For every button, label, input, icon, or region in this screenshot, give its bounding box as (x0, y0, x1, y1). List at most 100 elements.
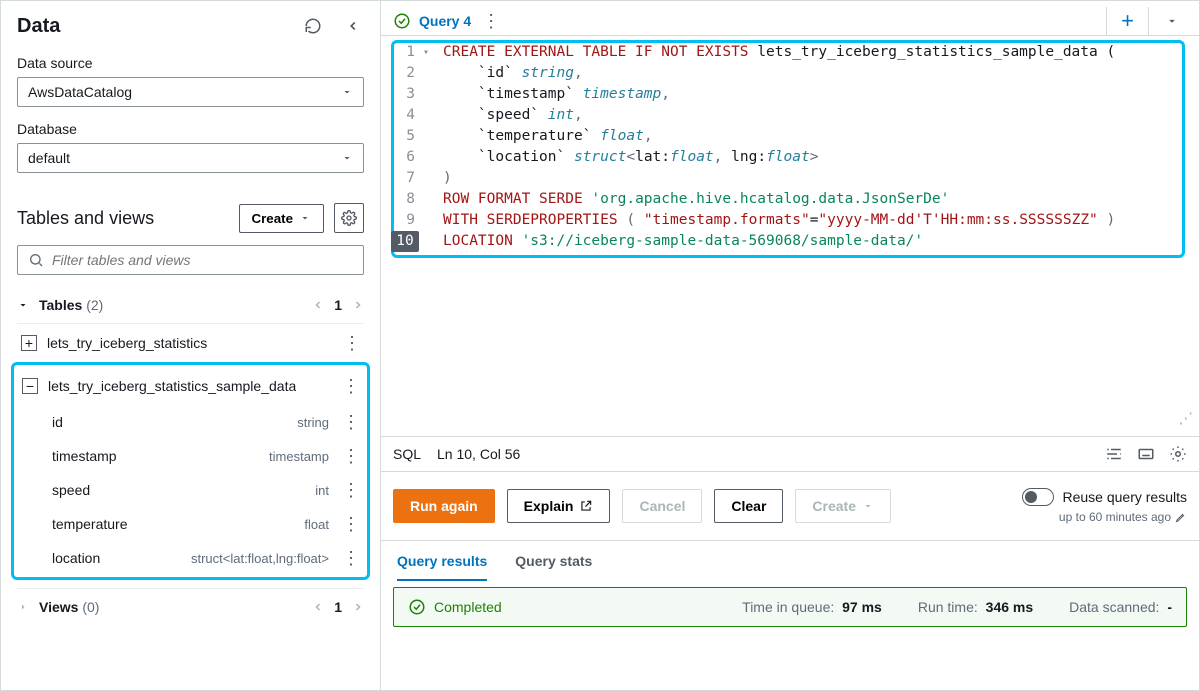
completed-label: Completed (434, 599, 502, 615)
divider (1148, 7, 1149, 35)
pager-page: 1 (334, 297, 342, 313)
tab-query-stats[interactable]: Query stats (515, 553, 592, 581)
external-link-icon (579, 499, 593, 513)
expand-icon[interactable]: + (21, 335, 37, 351)
data-source-select[interactable]: AwsDataCatalog (17, 77, 364, 107)
tables-group-header[interactable]: Tables (2) 1 (17, 287, 364, 323)
explain-button[interactable]: Explain (507, 489, 611, 523)
format-icon[interactable] (1105, 445, 1123, 463)
resize-handle-icon[interactable]: ⋰ (1179, 409, 1194, 430)
pager-prev-icon[interactable] (312, 299, 324, 311)
gear-icon (341, 210, 357, 226)
tab-label: Query 4 (419, 13, 471, 29)
tab-menu-button[interactable] (1157, 14, 1187, 28)
column-name: timestamp (52, 448, 117, 464)
pager-next-icon[interactable] (352, 601, 364, 613)
chevron-down-icon (862, 500, 874, 512)
column-row: location struct<lat:float,lng:float> ⋮ (18, 541, 363, 575)
column-type: struct<lat:float,lng:float> (191, 551, 329, 566)
gear-icon[interactable] (1169, 445, 1187, 463)
clear-button[interactable]: Clear (714, 489, 783, 523)
filter-input[interactable] (52, 252, 353, 268)
more-icon[interactable]: ⋮ (339, 515, 363, 533)
filter-tables-box[interactable] (17, 245, 364, 275)
check-circle-icon (408, 598, 426, 616)
pager-next-icon[interactable] (352, 299, 364, 311)
reuse-subtext: up to 60 minutes ago (1059, 510, 1171, 524)
column-row: speed int ⋮ (18, 473, 363, 507)
scanned-label: Data scanned: (1069, 599, 1159, 615)
queue-label: Time in queue: (742, 599, 834, 615)
column-type: float (304, 517, 329, 532)
database-select[interactable]: default (17, 143, 364, 173)
chevron-down-icon (341, 152, 353, 164)
refresh-icon[interactable] (300, 13, 326, 39)
column-type: timestamp (269, 449, 329, 464)
cursor-position: Ln 10, Col 56 (437, 446, 520, 462)
editor-status-bar: SQL Ln 10, Col 56 (381, 436, 1199, 472)
create-button[interactable]: Create (239, 204, 325, 233)
keyboard-icon[interactable] (1137, 445, 1155, 463)
more-icon[interactable]: ⋮ (339, 413, 363, 431)
collapse-sidebar-icon[interactable] (342, 13, 364, 39)
database-label: Database (17, 121, 364, 137)
tab-more-icon[interactable]: ⋮ (479, 12, 503, 30)
table-name: lets_try_iceberg_statistics (47, 335, 207, 351)
create-from-query-button: Create (795, 489, 891, 523)
sql-editor[interactable]: 12345678910 CREATE EXTERNAL TABLE IF NOT… (381, 36, 1199, 436)
chevron-down-icon (299, 212, 311, 224)
cancel-button: Cancel (622, 489, 702, 523)
main-panel: Query 4 ⋮ + 12345678910 CREATE EXTERNAL … (381, 1, 1199, 690)
editor-tab-bar: Query 4 ⋮ + (381, 1, 1199, 36)
action-bar: Run again Explain Cancel Clear Create Re… (381, 472, 1199, 541)
more-icon[interactable]: ⋮ (339, 481, 363, 499)
column-row: temperature float ⋮ (18, 507, 363, 541)
runtime-label: Run time: (918, 599, 978, 615)
more-icon[interactable]: ⋮ (339, 549, 363, 567)
column-row: timestamp timestamp ⋮ (18, 439, 363, 473)
more-icon[interactable]: ⋮ (339, 447, 363, 465)
pager-page: 1 (334, 599, 342, 615)
reuse-label: Reuse query results (1062, 489, 1187, 505)
highlighted-table-block: − lets_try_iceberg_statistics_sample_dat… (11, 362, 370, 580)
queue-value: 97 ms (842, 599, 882, 615)
table-row[interactable]: − lets_try_iceberg_statistics_sample_dat… (18, 367, 363, 405)
pager-prev-icon[interactable] (312, 601, 324, 613)
table-row[interactable]: + lets_try_iceberg_statistics ⋮ (17, 323, 364, 362)
settings-button[interactable] (334, 203, 364, 233)
views-group-header[interactable]: Views (0) 1 (17, 588, 364, 625)
edit-icon[interactable] (1175, 511, 1187, 523)
results-tabs: Query results Query stats (381, 541, 1199, 581)
column-type: int (315, 483, 329, 498)
table-name: lets_try_iceberg_statistics_sample_data (48, 378, 296, 394)
divider (1106, 7, 1107, 35)
column-row: id string ⋮ (18, 405, 363, 439)
completed-banner: Completed Time in queue: 97 ms Run time:… (393, 587, 1187, 627)
code-area[interactable]: CREATE EXTERNAL TABLE IF NOT EXISTS lets… (425, 42, 1199, 436)
data-source-label: Data source (17, 55, 364, 71)
editor-tab[interactable]: Query 4 ⋮ (393, 12, 503, 30)
line-gutter: 12345678910 (381, 42, 425, 436)
more-icon[interactable]: ⋮ (340, 334, 364, 352)
tab-query-results[interactable]: Query results (397, 553, 487, 581)
column-name: speed (52, 482, 90, 498)
column-name: id (52, 414, 63, 430)
database-value: default (28, 150, 70, 166)
reuse-toggle[interactable] (1022, 488, 1054, 506)
collapse-icon[interactable]: − (22, 378, 38, 394)
caret-right-icon[interactable] (17, 601, 29, 613)
new-tab-button[interactable]: + (1115, 8, 1140, 34)
sidebar-title: Data (17, 15, 60, 38)
search-icon (28, 252, 44, 268)
editor-language: SQL (393, 446, 421, 462)
data-source-value: AwsDataCatalog (28, 84, 132, 100)
column-name: location (52, 550, 100, 566)
column-name: temperature (52, 516, 127, 532)
run-again-button[interactable]: Run again (393, 489, 495, 523)
scanned-value: - (1167, 599, 1172, 615)
more-icon[interactable]: ⋮ (339, 377, 363, 395)
caret-down-icon[interactable] (17, 299, 29, 311)
column-type: string (297, 415, 329, 430)
runtime-value: 346 ms (986, 599, 1033, 615)
chevron-down-icon (341, 86, 353, 98)
